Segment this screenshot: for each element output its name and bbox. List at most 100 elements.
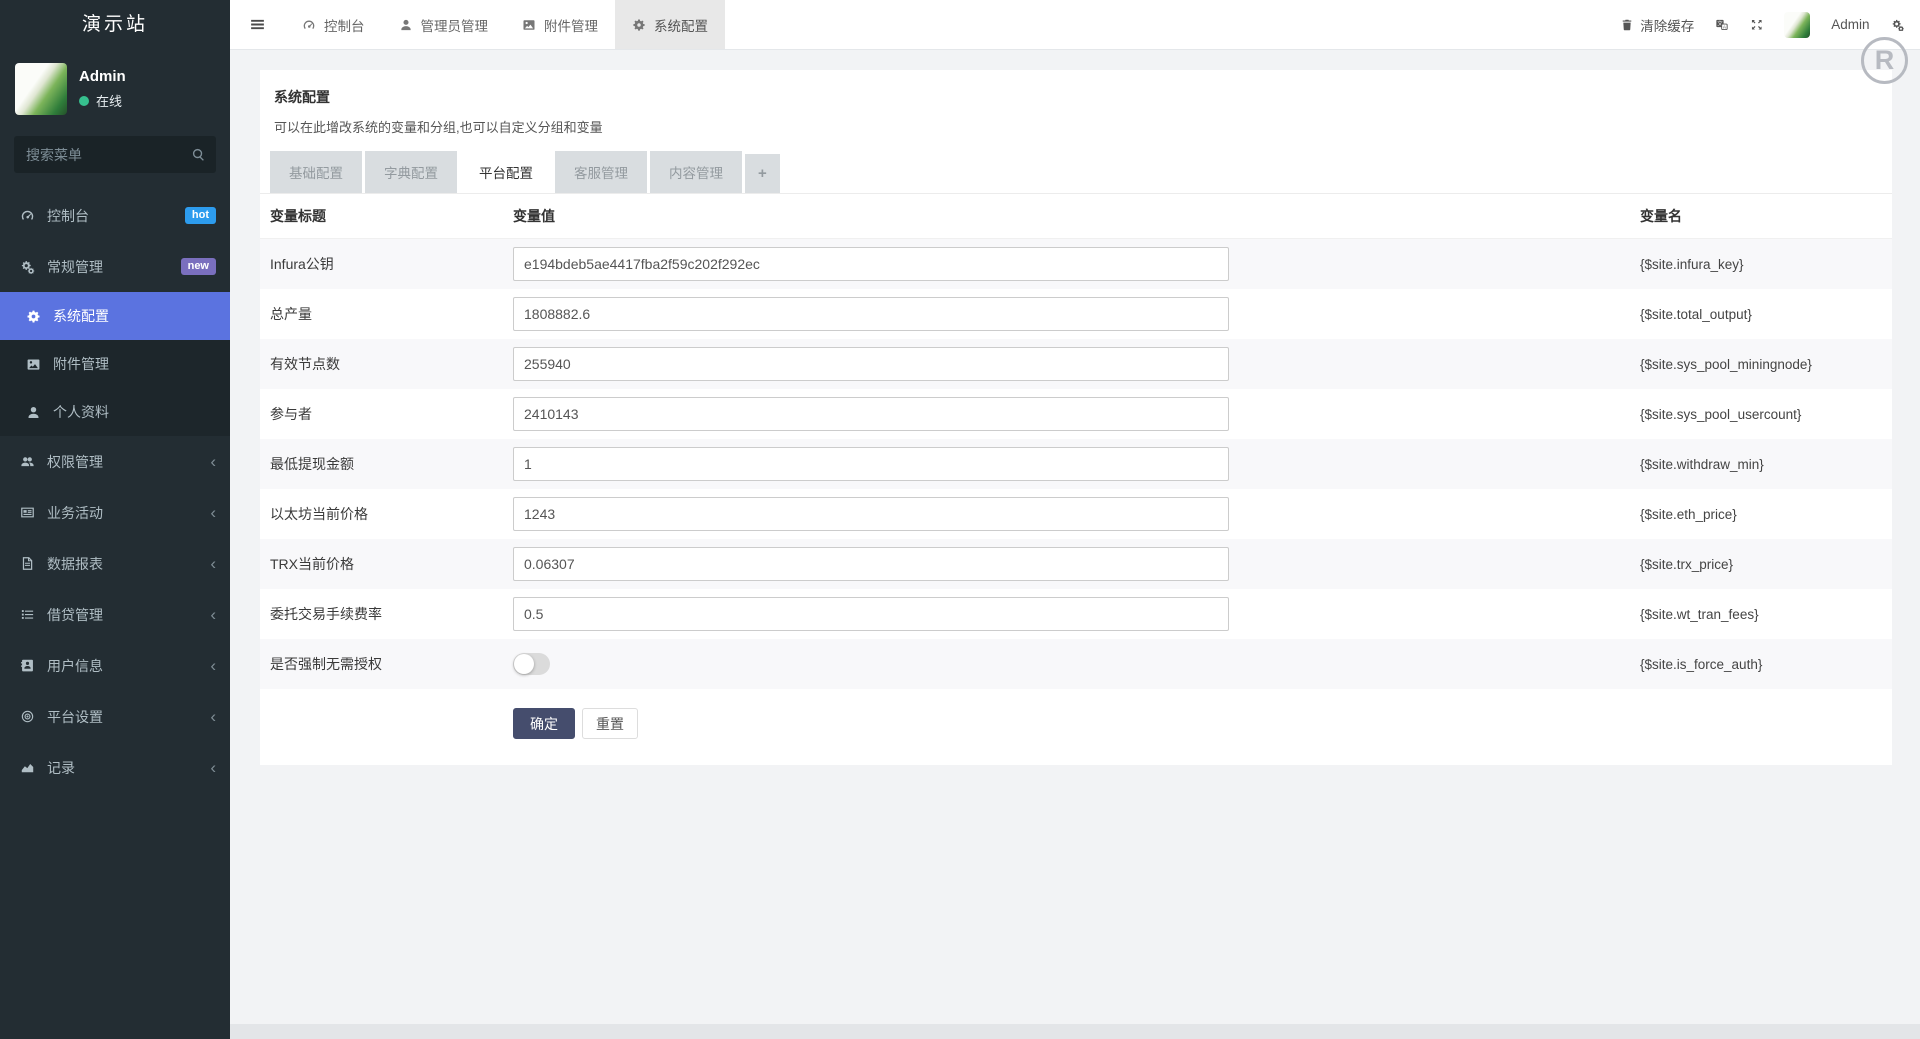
row-variable-name: {$site.infura_key} [1640,257,1892,272]
app-root: 演示站 Admin 在线 控制台hot常规管理new系统配置附件管理个人资料权限… [0,0,1920,1039]
topbar: 控制台 管理员管理附件管理系统配置 清除缓存 文A Admin [230,0,1920,50]
gear-icon [632,18,646,32]
sidebar-item-profile[interactable]: 个人资料 [0,388,230,436]
file-text-icon [18,556,37,571]
column-header-value: 变量值 [513,206,1640,226]
row-title: 以太坊当前价格 [270,504,513,524]
sidebar-item-config[interactable]: 系统配置 [0,292,230,340]
config-value-input[interactable] [513,297,1229,331]
toggle-knob [514,654,534,674]
config-row: 有效节点数 {$site.sys_pool_miningnode} [260,339,1892,389]
main-area: 控制台管理员管理附件管理系统配置 清除缓存 文A Admin R 系统配置 可以… [230,0,1920,1039]
search-icon [191,147,206,162]
row-variable-name: {$site.sys_pool_miningnode} [1640,357,1892,372]
config-value-input[interactable] [513,347,1229,381]
row-title: Infura公钥 [270,254,513,274]
chevron-left-icon: ‹ [210,606,216,623]
chart-area-icon [18,760,37,775]
sidebar-item-report[interactable]: 数据报表‹ [0,538,230,589]
topbar-tab-admin[interactable]: 管理员管理 [382,0,506,49]
config-value-input[interactable] [513,247,1229,281]
topbar-username[interactable]: Admin [1831,17,1869,32]
sidebar-item-dashboard[interactable]: 控制台 hot [0,190,230,241]
sidebar-item-label: 系统配置 [53,306,109,326]
gear-icon [24,309,43,324]
config-value-input[interactable] [513,497,1229,531]
sidebar-item-label: 权限管理 [47,452,103,472]
sidebar-toggle-button[interactable] [230,0,285,49]
config-tab-0[interactable]: 基础配置 [270,151,362,193]
table-header: 变量标题 变量值 变量名 [260,194,1892,239]
sidebar: 演示站 Admin 在线 控制台hot常规管理new系统配置附件管理个人资料权限… [0,0,230,1039]
badge-hot: hot [185,207,216,224]
sidebar-item-attachment[interactable]: 附件管理 [0,340,230,388]
address-book-icon [18,658,37,673]
config-tab-1[interactable]: 字典配置 [365,151,457,193]
sidebar-item-label: 控制台 [47,206,89,226]
row-variable-name: {$site.sys_pool_usercount} [1640,407,1892,422]
config-value-input[interactable] [513,597,1229,631]
config-row: 最低提现金额{$site.withdraw_min} [260,439,1892,489]
config-value-input[interactable] [513,447,1229,481]
sidebar-item-platform[interactable]: 平台设置‹ [0,691,230,742]
sidebar-item-label: 记录 [47,758,75,778]
row-value-cell [513,347,1640,381]
horizontal-scrollbar[interactable] [230,1024,1920,1039]
sidebar-item-loan[interactable]: 借贷管理‹ [0,589,230,640]
sidebar-item-label: 平台设置 [47,707,103,727]
user-icon [399,18,413,32]
config-row: TRX当前价格{$site.trx_price} [260,539,1892,589]
topbar-tab-attachment[interactable]: 附件管理 [505,0,615,49]
gauge-icon [302,18,316,32]
topbar-tab-label: 管理员管理 [421,15,489,35]
force-auth-toggle[interactable] [513,653,550,675]
sidebar-item-auth[interactable]: 权限管理‹ [0,436,230,487]
config-tab-4[interactable]: 内容管理 [650,151,742,193]
user-icon [24,405,43,420]
submit-button[interactable]: 确定 [513,708,575,739]
cogs-icon [18,259,37,274]
sidebar-item-label: 附件管理 [53,354,109,374]
brand-title[interactable]: 演示站 [0,0,230,50]
panel-subtitle: 可以在此增改系统的变量和分组,也可以自定义分组和变量 [260,107,1892,136]
user-panel: Admin 在线 [0,50,230,127]
clear-cache-label: 清除缓存 [1640,15,1694,35]
sidebar-item-general[interactable]: 常规管理new [0,241,230,292]
language-switch-icon[interactable]: 文A [1715,18,1729,32]
topbar-tabs: 控制台 管理员管理附件管理系统配置 [285,0,725,49]
topbar-avatar[interactable] [1784,12,1810,38]
config-value-input[interactable] [513,547,1229,581]
user-name: Admin [79,68,126,85]
sidebar-menu: 控制台hot常规管理new系统配置附件管理个人资料权限管理‹业务活动‹数据报表‹… [0,190,230,793]
config-tab-3[interactable]: 客服管理 [555,151,647,193]
menu-search-input[interactable] [14,136,216,173]
row-value-cell [513,497,1640,531]
topbar-tab-dashboard[interactable]: 控制台 [285,0,382,49]
row-value-cell [513,297,1640,331]
sidebar-item-activity[interactable]: 业务活动‹ [0,487,230,538]
row-value-cell [513,547,1640,581]
sidebar-item-userinfo[interactable]: 用户信息‹ [0,640,230,691]
row-variable-name: {$site.withdraw_min} [1640,457,1892,472]
config-rows: Infura公钥{$site.infura_key}总产量{$site.tota… [260,239,1892,689]
fullscreen-icon[interactable] [1750,18,1764,32]
sidebar-item-label: 常规管理 [47,257,103,277]
row-value-cell [513,447,1640,481]
column-header-title: 变量标题 [270,206,513,226]
newspaper-icon [18,505,37,520]
users-icon [18,454,37,469]
user-info: Admin 在线 [79,68,126,110]
settings-cogs-icon[interactable] [1891,18,1905,32]
add-group-tab[interactable]: + [745,154,780,193]
chevron-left-icon: ‹ [210,555,216,572]
column-header-name: 变量名 [1640,206,1892,226]
clear-cache-button[interactable]: 清除缓存 [1620,15,1694,35]
row-title: 有效节点数 [270,354,513,374]
config-tab-2[interactable]: 平台配置 [460,151,552,193]
reset-button[interactable]: 重置 [582,708,638,739]
config-value-input[interactable] [513,397,1229,431]
topbar-tab-config[interactable]: 系统配置 [615,0,725,49]
config-row: 委托交易手续费率{$site.wt_tran_fees} [260,589,1892,639]
sidebar-item-record[interactable]: 记录‹ [0,742,230,793]
bullseye-icon [18,709,37,724]
